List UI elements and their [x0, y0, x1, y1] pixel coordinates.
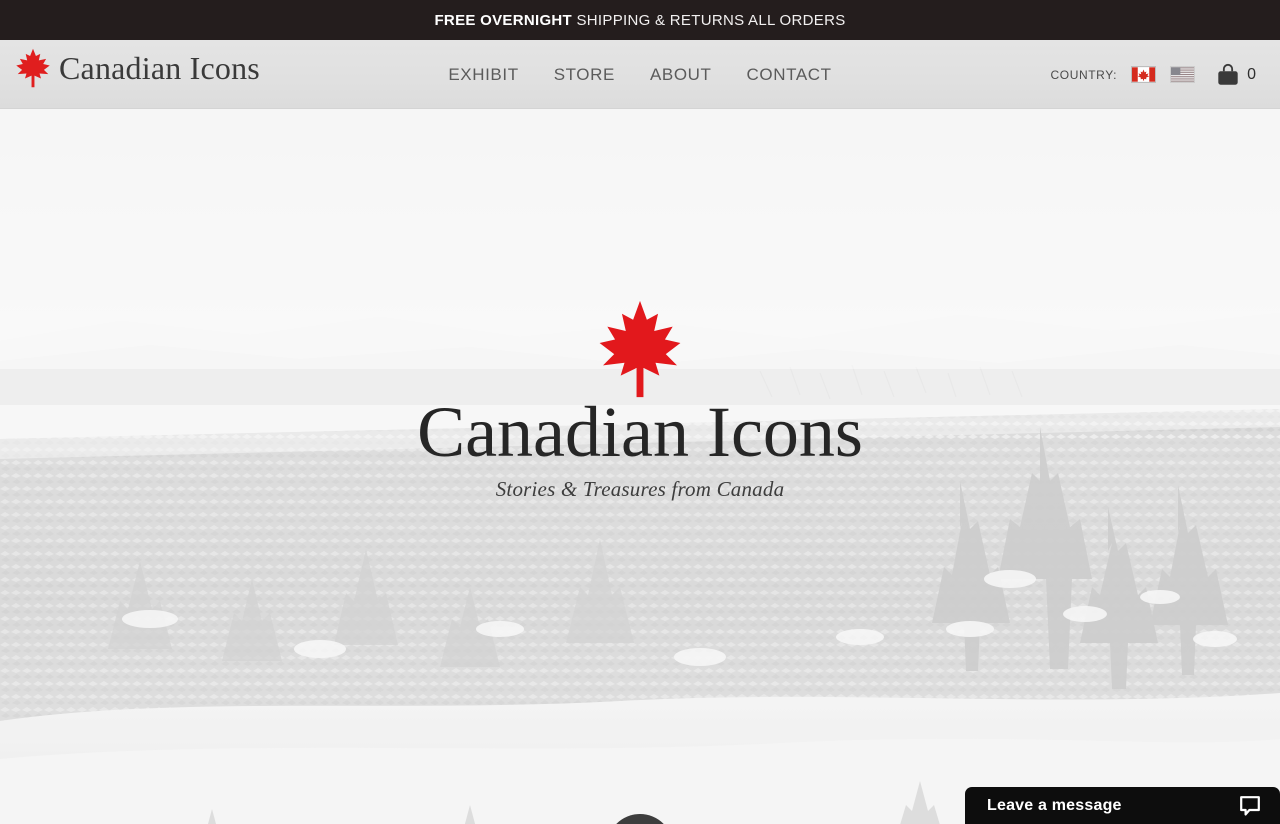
chat-widget[interactable]: Leave a message: [965, 787, 1280, 824]
maple-leaf-icon: [599, 300, 681, 398]
nav-item-contact[interactable]: CONTACT: [747, 65, 832, 85]
hero-title: Canadian Icons: [417, 392, 863, 472]
brand-name: Canadian Icons: [59, 50, 260, 86]
chat-label: Leave a message: [987, 796, 1122, 814]
country-label: COUNTRY:: [1050, 67, 1118, 82]
usa-flag-icon[interactable]: [1170, 66, 1196, 83]
nav-item-about[interactable]: ABOUT: [650, 65, 712, 85]
hero-tagline: Stories & Treasures from Canada: [495, 476, 785, 501]
cart-button[interactable]: 0: [1215, 63, 1256, 87]
promo-text-rest: SHIPPING & RETURNS ALL ORDERS: [572, 11, 846, 29]
speech-bubble-icon: [1240, 795, 1260, 815]
maple-leaf-icon: [16, 48, 50, 88]
promo-banner: FREE OVERNIGHT SHIPPING & RETURNS ALL OR…: [0, 0, 1280, 40]
promo-text: FREE OVERNIGHT SHIPPING & RETURNS ALL OR…: [434, 12, 845, 29]
cart-count: 0: [1247, 65, 1256, 83]
nav-item-store[interactable]: STORE: [554, 65, 615, 85]
hero-section: Canadian Icons Stories & Treasures from …: [0, 109, 1280, 824]
hero-logo: Canadian Icons Stories & Treasures from …: [0, 299, 1280, 502]
promo-text-strong: FREE OVERNIGHT: [434, 11, 573, 29]
shopping-bag-icon: [1218, 63, 1238, 85]
canada-flag-icon[interactable]: [1131, 66, 1157, 83]
nav-item-exhibit[interactable]: EXHIBIT: [448, 65, 518, 85]
site-header: Canadian Icons EXHIBIT STORE ABOUT CONTA…: [0, 40, 1280, 109]
header-utilities: COUNTRY: 0: [1050, 40, 1256, 109]
brand-logo-link[interactable]: Canadian Icons: [14, 48, 260, 88]
